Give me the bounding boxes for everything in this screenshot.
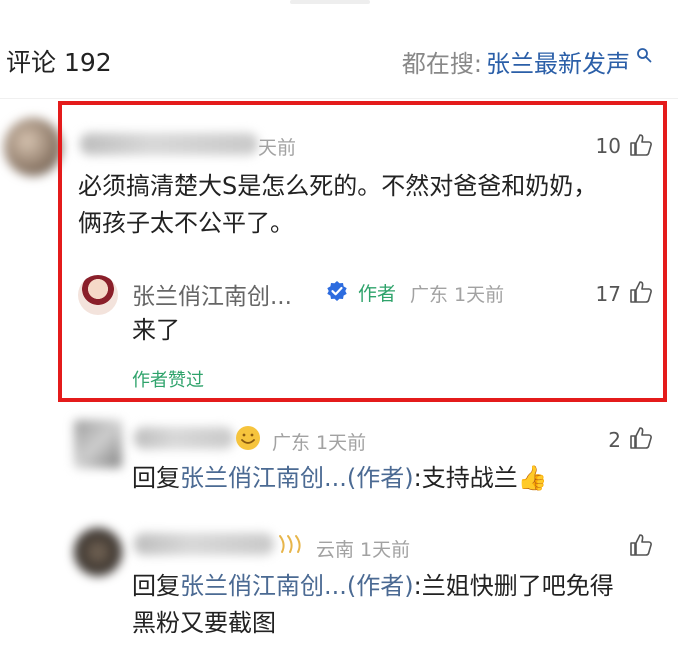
reply-avatar[interactable] bbox=[74, 528, 122, 576]
reply-meta: 云南 1天前 bbox=[316, 539, 411, 561]
comment-text: 必须搞清楚大S是怎么死的。不然对爸爸和奶奶， 俩孩子太不公平了。 bbox=[78, 168, 668, 242]
reply-text: 回复张兰俏江南创...(作者):兰姐快删了吧免得 黑粉又要截图 bbox=[132, 568, 672, 642]
author-name[interactable]: 张兰俏江南创... bbox=[132, 277, 292, 311]
ribbon-emoji-icon bbox=[279, 535, 301, 553]
thumbs-up-icon[interactable] bbox=[628, 132, 654, 158]
search-icon[interactable] bbox=[636, 47, 652, 63]
smiley-emoji-icon bbox=[236, 426, 260, 450]
search-prefix: 都在搜: bbox=[401, 49, 482, 78]
reply-prefix: 回复 bbox=[132, 572, 180, 600]
comment-line-2: 俩孩子太不公平了。 bbox=[78, 209, 294, 237]
author-reply-like-count: 17 bbox=[595, 282, 621, 306]
thumbs-up-icon[interactable] bbox=[628, 532, 654, 558]
reply-avatar[interactable] bbox=[74, 420, 122, 468]
reply-content: :支持战兰👍 bbox=[413, 464, 548, 492]
commenter-username[interactable] bbox=[80, 133, 258, 155]
reply-line-1: 回复张兰俏江南创...(作者):兰姐快删了吧免得 bbox=[132, 568, 672, 605]
comments-title: 评论 192 bbox=[6, 48, 112, 77]
reply-author-link[interactable]: 张兰俏江南创...(作者) bbox=[180, 572, 414, 600]
trending-search[interactable]: 都在搜: 张兰最新发声 bbox=[402, 44, 652, 79]
author-liked-tag: 作者赞过 bbox=[132, 370, 204, 391]
top-handle bbox=[290, 0, 370, 4]
reply-line-2: 黑粉又要截图 bbox=[132, 609, 276, 637]
reply-author-link[interactable]: 张兰俏江南创...(作者) bbox=[180, 464, 414, 492]
header-divider bbox=[0, 98, 678, 99]
author-badge: 作者 bbox=[358, 283, 397, 305]
commenter-avatar[interactable] bbox=[4, 118, 62, 176]
reply-content: :兰姐快删了吧免得 bbox=[413, 572, 614, 600]
comments-header: 评论 192 都在搜: 张兰最新发声 bbox=[0, 36, 678, 86]
reply-username[interactable] bbox=[134, 427, 234, 449]
author-reply-text: 来了 bbox=[132, 316, 180, 344]
author-reply-meta: 广东 1天前 bbox=[410, 284, 505, 306]
search-term-link[interactable]: 张兰最新发声 bbox=[486, 44, 630, 79]
reply-like-count: 2 bbox=[608, 428, 621, 452]
thumbs-up-icon[interactable] bbox=[628, 279, 654, 305]
thumbs-up-icon[interactable] bbox=[628, 425, 654, 451]
reply-text: 回复张兰俏江南创...(作者):支持战兰👍 bbox=[132, 460, 672, 497]
reply-prefix: 回复 bbox=[132, 464, 180, 492]
author-avatar[interactable] bbox=[78, 275, 118, 315]
comment-line-1: 必须搞清楚大S是怎么死的。不然对爸爸和奶奶， bbox=[78, 172, 598, 200]
reply-meta: 广东 1天前 bbox=[272, 432, 367, 454]
comment-like-count: 10 bbox=[595, 134, 621, 158]
reply-username[interactable] bbox=[134, 533, 274, 555]
verified-badge-icon bbox=[327, 281, 347, 301]
comment-time: 天前 bbox=[258, 137, 297, 159]
